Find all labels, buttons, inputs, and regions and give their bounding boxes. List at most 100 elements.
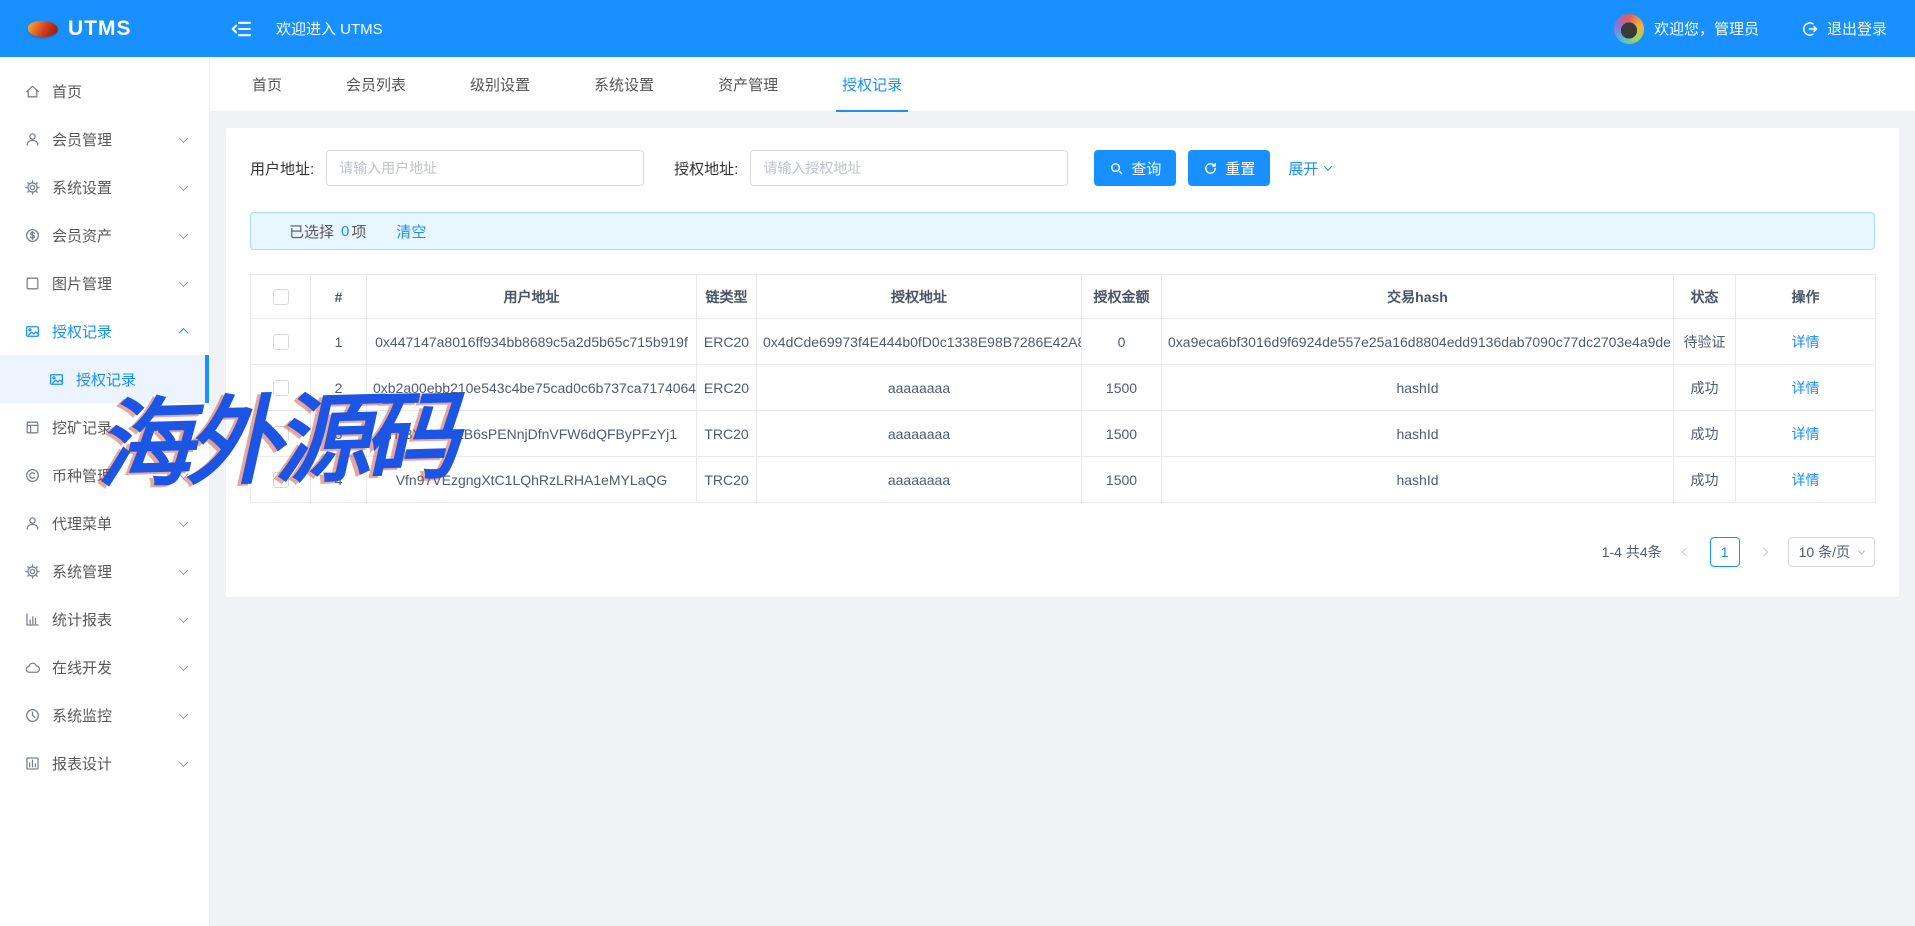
search-button[interactable]: 查询 <box>1094 150 1176 186</box>
user-address-cell: Vfn97VEzgngXtC1LQhRzLRHA1eMYLaQG <box>367 457 697 503</box>
home-icon <box>24 83 41 100</box>
sidebar-item-online-development[interactable]: 在线开发 <box>0 643 209 691</box>
logout-label: 退出登录 <box>1827 18 1887 39</box>
tx-hash-cell: 0xa9eca6bf3016d9f6924de557e25a16d8804edd… <box>1162 319 1674 365</box>
sidebar-item-home[interactable]: 首页 <box>0 67 209 115</box>
chevron-down-icon <box>179 517 189 527</box>
user-menu[interactable]: 欢迎您，管理员 <box>1614 14 1759 44</box>
tab-system-settings[interactable]: 系统设置 <box>588 57 660 111</box>
sidebar-item-coin-management[interactable]: 币种管理 <box>0 451 209 499</box>
chain-type-cell: TRC20 <box>697 411 757 457</box>
col-tx-hash: 交易hash <box>1162 275 1674 319</box>
auth-address-cell: 0x4dCde69973f4E444b0fD0c1338E98B7286E42A… <box>757 319 1082 365</box>
pagination-next-button[interactable] <box>1752 538 1776 566</box>
picture-icon <box>48 371 65 388</box>
reset-button[interactable]: 重置 <box>1188 150 1270 186</box>
detail-link[interactable]: 详情 <box>1792 426 1820 442</box>
pagination-page-button[interactable]: 1 <box>1710 537 1740 567</box>
auth-amount-cell: 0 <box>1082 319 1162 365</box>
sidebar-item-statistics-report[interactable]: 统计报表 <box>0 595 209 643</box>
row-checkbox[interactable] <box>273 380 289 396</box>
selection-bar: 已选择 0 项 清空 <box>250 212 1875 250</box>
detail-link[interactable]: 详情 <box>1792 380 1820 396</box>
selection-suffix: 项 <box>351 221 366 242</box>
chevron-down-icon <box>1858 547 1865 554</box>
user-icon <box>24 515 41 532</box>
user-address-label: 用户地址: <box>250 158 314 179</box>
sidebar-item-report-design[interactable]: 报表设计 <box>0 739 209 787</box>
tab-level-settings[interactable]: 级别设置 <box>464 57 536 111</box>
chevron-up-icon <box>179 327 189 337</box>
row-index: 3 <box>311 411 367 457</box>
sidebar-item-member-assets[interactable]: 会员资产 <box>0 211 209 259</box>
logout-button[interactable]: 退出登录 <box>1801 18 1887 39</box>
chevron-down-icon <box>179 277 189 287</box>
chevron-down-icon <box>179 613 189 623</box>
clear-selection-link[interactable]: 清空 <box>396 221 426 242</box>
sidebar-item-mining-records[interactable]: 挖矿记录 <box>0 403 209 451</box>
detail-link[interactable]: 详情 <box>1792 334 1820 350</box>
sidebar-item-system-management[interactable]: 系统管理 <box>0 547 209 595</box>
row-checkbox[interactable] <box>273 426 289 442</box>
chevron-down-icon <box>179 229 189 239</box>
main-content: 用户地址: 授权地址: 查询 重置 展开 已选择 0 项 清空 <box>210 112 1915 926</box>
sidebar-subitem-authorization-records[interactable]: 授权记录 <box>0 355 209 403</box>
sidebar-item-system-monitoring[interactable]: 系统监控 <box>0 691 209 739</box>
row-checkbox[interactable] <box>273 472 289 488</box>
selection-count: 0 <box>341 223 349 240</box>
auth-address-cell: aaaaaaaa <box>757 457 1082 503</box>
chevron-down-icon <box>179 133 189 143</box>
user-address-cell: 0xb2a00ebb210e543c4be75cad0c6b737ca71740… <box>367 365 697 411</box>
selection-label: 已选择 <box>289 221 334 242</box>
chevron-down-icon <box>179 709 189 719</box>
row-index: 4 <box>311 457 367 503</box>
user-address-input[interactable] <box>326 150 644 186</box>
auth-amount-cell: 1500 <box>1082 365 1162 411</box>
page-size-value: 10 条/页 <box>1799 542 1850 562</box>
auth-address-cell: aaaaaaaa <box>757 365 1082 411</box>
col-user-address: 用户地址 <box>367 275 697 319</box>
chevron-down-icon <box>179 181 189 191</box>
refresh-icon <box>1203 161 1218 176</box>
chevron-down-icon <box>179 661 189 671</box>
tab-authorization-records[interactable]: 授权记录 <box>836 57 908 111</box>
auth-address-input[interactable] <box>750 150 1068 186</box>
chevron-down-icon <box>1324 162 1332 170</box>
dollar-circle-icon <box>24 227 41 244</box>
pagination-prev-button[interactable] <box>1674 538 1698 566</box>
sidebar-item-authorization-records[interactable]: 授权记录 <box>0 307 209 355</box>
user-address-cell: TN8YLHu6ZB6sPENnjDfnVFW6dQFByPFzYj1 <box>367 411 697 457</box>
cloud-icon <box>24 659 41 676</box>
brand[interactable]: UTMS <box>0 17 210 41</box>
col-action: 操作 <box>1736 275 1876 319</box>
sidebar-item-system-settings[interactable]: 系统设置 <box>0 163 209 211</box>
pagination-total: 1-4 共4条 <box>1602 542 1662 562</box>
tx-hash-cell: hashId <box>1162 365 1674 411</box>
brand-title: UTMS <box>68 17 132 41</box>
expand-link[interactable]: 展开 <box>1288 158 1331 179</box>
clock-icon <box>24 707 41 724</box>
tab-home[interactable]: 首页 <box>246 57 288 111</box>
tab-member-list[interactable]: 会员列表 <box>340 57 412 111</box>
tx-hash-cell: hashId <box>1162 411 1674 457</box>
avatar[interactable] <box>1614 14 1644 44</box>
select-all-checkbox[interactable] <box>273 289 289 305</box>
page-size-select[interactable]: 10 条/页 <box>1788 537 1875 567</box>
chevron-left-icon <box>1681 548 1689 556</box>
auth-amount-cell: 1500 <box>1082 411 1162 457</box>
chevron-down-icon <box>179 421 189 431</box>
sidebar-item-agent-menu[interactable]: 代理菜单 <box>0 499 209 547</box>
detail-link[interactable]: 详情 <box>1792 472 1820 488</box>
table-header-row: # 用户地址 链类型 授权地址 授权金额 交易hash 状态 操作 <box>251 275 1876 319</box>
col-auth-address: 授权地址 <box>757 275 1082 319</box>
sidebar-item-image-management[interactable]: 图片管理 <box>0 259 209 307</box>
table-row: 1 0x447147a8016ff934bb8689c5a2d5b65c715b… <box>251 319 1876 365</box>
tx-hash-cell: hashId <box>1162 457 1674 503</box>
tab-asset-management[interactable]: 资产管理 <box>712 57 784 111</box>
status-text: 成功 <box>1674 457 1736 503</box>
sidebar-collapse-button[interactable] <box>230 18 252 40</box>
sidebar-item-member-management[interactable]: 会员管理 <box>0 115 209 163</box>
square-icon <box>24 275 41 292</box>
row-checkbox[interactable] <box>273 334 289 350</box>
welcome-text: 欢迎进入 UTMS <box>276 18 383 39</box>
